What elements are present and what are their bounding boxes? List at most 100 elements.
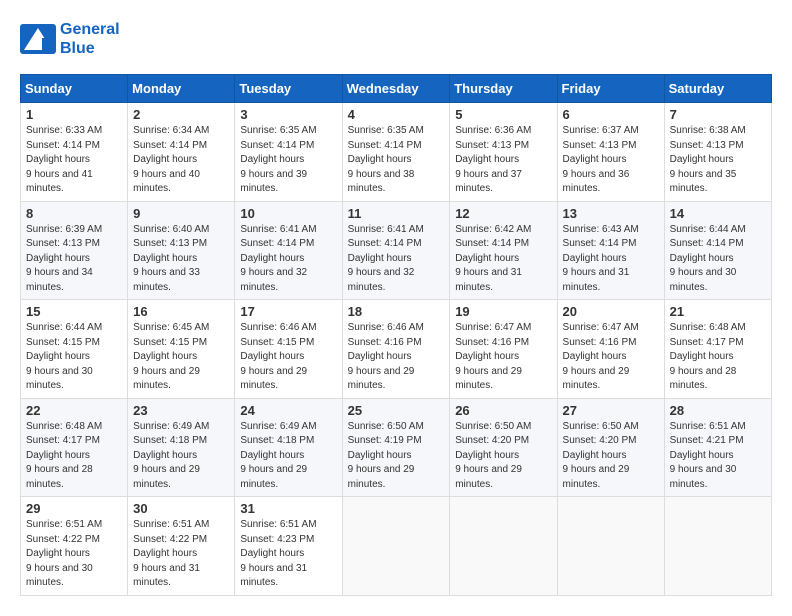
calendar-cell [450, 497, 557, 596]
day-info: Sunrise: 6:34 AM Sunset: 4:14 PM Dayligh… [133, 124, 229, 197]
page-header: General Blue [20, 20, 772, 58]
day-number: 3 [240, 107, 336, 122]
day-number: 25 [348, 403, 445, 418]
calendar-cell: 28 Sunrise: 6:51 AM Sunset: 4:21 PM Dayl… [664, 398, 771, 497]
day-info: Sunrise: 6:51 AM Sunset: 4:23 PM Dayligh… [240, 518, 336, 591]
day-number: 5 [455, 107, 551, 122]
weekday-header-cell: Wednesday [342, 75, 450, 103]
calendar-cell: 19 Sunrise: 6:47 AM Sunset: 4:16 PM Dayl… [450, 300, 557, 399]
calendar-cell: 6 Sunrise: 6:37 AM Sunset: 4:13 PM Dayli… [557, 103, 664, 202]
calendar-cell: 22 Sunrise: 6:48 AM Sunset: 4:17 PM Dayl… [21, 398, 128, 497]
weekday-header-cell: Saturday [664, 75, 771, 103]
weekday-header-cell: Tuesday [235, 75, 342, 103]
day-info: Sunrise: 6:44 AM Sunset: 4:14 PM Dayligh… [670, 223, 766, 296]
calendar-cell: 9 Sunrise: 6:40 AM Sunset: 4:13 PM Dayli… [128, 201, 235, 300]
calendar-cell: 21 Sunrise: 6:48 AM Sunset: 4:17 PM Dayl… [664, 300, 771, 399]
day-info: Sunrise: 6:44 AM Sunset: 4:15 PM Dayligh… [26, 321, 122, 394]
day-number: 26 [455, 403, 551, 418]
day-number: 28 [670, 403, 766, 418]
calendar-cell: 1 Sunrise: 6:33 AM Sunset: 4:14 PM Dayli… [21, 103, 128, 202]
calendar-week-row: 1 Sunrise: 6:33 AM Sunset: 4:14 PM Dayli… [21, 103, 772, 202]
calendar-cell: 20 Sunrise: 6:47 AM Sunset: 4:16 PM Dayl… [557, 300, 664, 399]
day-info: Sunrise: 6:45 AM Sunset: 4:15 PM Dayligh… [133, 321, 229, 394]
calendar-week-row: 22 Sunrise: 6:48 AM Sunset: 4:17 PM Dayl… [21, 398, 772, 497]
calendar-cell [342, 497, 450, 596]
day-number: 13 [563, 206, 659, 221]
day-info: Sunrise: 6:49 AM Sunset: 4:18 PM Dayligh… [240, 420, 336, 493]
calendar-cell: 15 Sunrise: 6:44 AM Sunset: 4:15 PM Dayl… [21, 300, 128, 399]
day-info: Sunrise: 6:46 AM Sunset: 4:15 PM Dayligh… [240, 321, 336, 394]
day-info: Sunrise: 6:47 AM Sunset: 4:16 PM Dayligh… [455, 321, 551, 394]
calendar-cell: 5 Sunrise: 6:36 AM Sunset: 4:13 PM Dayli… [450, 103, 557, 202]
calendar-week-row: 29 Sunrise: 6:51 AM Sunset: 4:22 PM Dayl… [21, 497, 772, 596]
day-number: 29 [26, 501, 122, 516]
calendar-cell: 31 Sunrise: 6:51 AM Sunset: 4:23 PM Dayl… [235, 497, 342, 596]
day-info: Sunrise: 6:33 AM Sunset: 4:14 PM Dayligh… [26, 124, 122, 197]
calendar-cell: 13 Sunrise: 6:43 AM Sunset: 4:14 PM Dayl… [557, 201, 664, 300]
calendar-week-row: 8 Sunrise: 6:39 AM Sunset: 4:13 PM Dayli… [21, 201, 772, 300]
logo-text-line1: General [60, 20, 120, 39]
calendar-week-row: 15 Sunrise: 6:44 AM Sunset: 4:15 PM Dayl… [21, 300, 772, 399]
day-number: 16 [133, 304, 229, 319]
logo-text-line2: Blue [60, 39, 120, 58]
day-number: 11 [348, 206, 445, 221]
day-number: 4 [348, 107, 445, 122]
day-info: Sunrise: 6:41 AM Sunset: 4:14 PM Dayligh… [240, 223, 336, 296]
day-info: Sunrise: 6:47 AM Sunset: 4:16 PM Dayligh… [563, 321, 659, 394]
day-info: Sunrise: 6:39 AM Sunset: 4:13 PM Dayligh… [26, 223, 122, 296]
day-info: Sunrise: 6:49 AM Sunset: 4:18 PM Dayligh… [133, 420, 229, 493]
day-number: 10 [240, 206, 336, 221]
day-info: Sunrise: 6:43 AM Sunset: 4:14 PM Dayligh… [563, 223, 659, 296]
day-info: Sunrise: 6:48 AM Sunset: 4:17 PM Dayligh… [670, 321, 766, 394]
calendar-cell: 24 Sunrise: 6:49 AM Sunset: 4:18 PM Dayl… [235, 398, 342, 497]
calendar-cell: 7 Sunrise: 6:38 AM Sunset: 4:13 PM Dayli… [664, 103, 771, 202]
day-info: Sunrise: 6:51 AM Sunset: 4:22 PM Dayligh… [133, 518, 229, 591]
calendar-cell: 29 Sunrise: 6:51 AM Sunset: 4:22 PM Dayl… [21, 497, 128, 596]
weekday-header-cell: Friday [557, 75, 664, 103]
day-number: 21 [670, 304, 766, 319]
weekday-header-row: SundayMondayTuesdayWednesdayThursdayFrid… [21, 75, 772, 103]
calendar-cell: 23 Sunrise: 6:49 AM Sunset: 4:18 PM Dayl… [128, 398, 235, 497]
weekday-header-cell: Thursday [450, 75, 557, 103]
day-number: 12 [455, 206, 551, 221]
calendar-cell: 16 Sunrise: 6:45 AM Sunset: 4:15 PM Dayl… [128, 300, 235, 399]
calendar-cell [664, 497, 771, 596]
calendar-cell: 11 Sunrise: 6:41 AM Sunset: 4:14 PM Dayl… [342, 201, 450, 300]
day-number: 2 [133, 107, 229, 122]
logo-icon [20, 24, 56, 54]
calendar-cell: 18 Sunrise: 6:46 AM Sunset: 4:16 PM Dayl… [342, 300, 450, 399]
weekday-header-cell: Sunday [21, 75, 128, 103]
day-number: 30 [133, 501, 229, 516]
calendar-cell: 10 Sunrise: 6:41 AM Sunset: 4:14 PM Dayl… [235, 201, 342, 300]
day-info: Sunrise: 6:40 AM Sunset: 4:13 PM Dayligh… [133, 223, 229, 296]
day-number: 22 [26, 403, 122, 418]
calendar-cell: 30 Sunrise: 6:51 AM Sunset: 4:22 PM Dayl… [128, 497, 235, 596]
day-number: 1 [26, 107, 122, 122]
day-number: 23 [133, 403, 229, 418]
calendar-body: 1 Sunrise: 6:33 AM Sunset: 4:14 PM Dayli… [21, 103, 772, 596]
day-number: 19 [455, 304, 551, 319]
day-info: Sunrise: 6:36 AM Sunset: 4:13 PM Dayligh… [455, 124, 551, 197]
day-number: 24 [240, 403, 336, 418]
day-info: Sunrise: 6:51 AM Sunset: 4:22 PM Dayligh… [26, 518, 122, 591]
day-info: Sunrise: 6:41 AM Sunset: 4:14 PM Dayligh… [348, 223, 445, 296]
calendar-cell [557, 497, 664, 596]
calendar-cell: 17 Sunrise: 6:46 AM Sunset: 4:15 PM Dayl… [235, 300, 342, 399]
day-number: 9 [133, 206, 229, 221]
calendar-cell: 14 Sunrise: 6:44 AM Sunset: 4:14 PM Dayl… [664, 201, 771, 300]
calendar-cell: 3 Sunrise: 6:35 AM Sunset: 4:14 PM Dayli… [235, 103, 342, 202]
day-number: 20 [563, 304, 659, 319]
logo: General Blue [20, 20, 120, 58]
day-info: Sunrise: 6:35 AM Sunset: 4:14 PM Dayligh… [240, 124, 336, 197]
calendar-cell: 4 Sunrise: 6:35 AM Sunset: 4:14 PM Dayli… [342, 103, 450, 202]
day-number: 7 [670, 107, 766, 122]
day-number: 31 [240, 501, 336, 516]
day-info: Sunrise: 6:48 AM Sunset: 4:17 PM Dayligh… [26, 420, 122, 493]
day-info: Sunrise: 6:50 AM Sunset: 4:20 PM Dayligh… [563, 420, 659, 493]
day-number: 17 [240, 304, 336, 319]
day-info: Sunrise: 6:37 AM Sunset: 4:13 PM Dayligh… [563, 124, 659, 197]
calendar-cell: 2 Sunrise: 6:34 AM Sunset: 4:14 PM Dayli… [128, 103, 235, 202]
day-number: 6 [563, 107, 659, 122]
calendar-table: SundayMondayTuesdayWednesdayThursdayFrid… [20, 74, 772, 596]
calendar-cell: 12 Sunrise: 6:42 AM Sunset: 4:14 PM Dayl… [450, 201, 557, 300]
